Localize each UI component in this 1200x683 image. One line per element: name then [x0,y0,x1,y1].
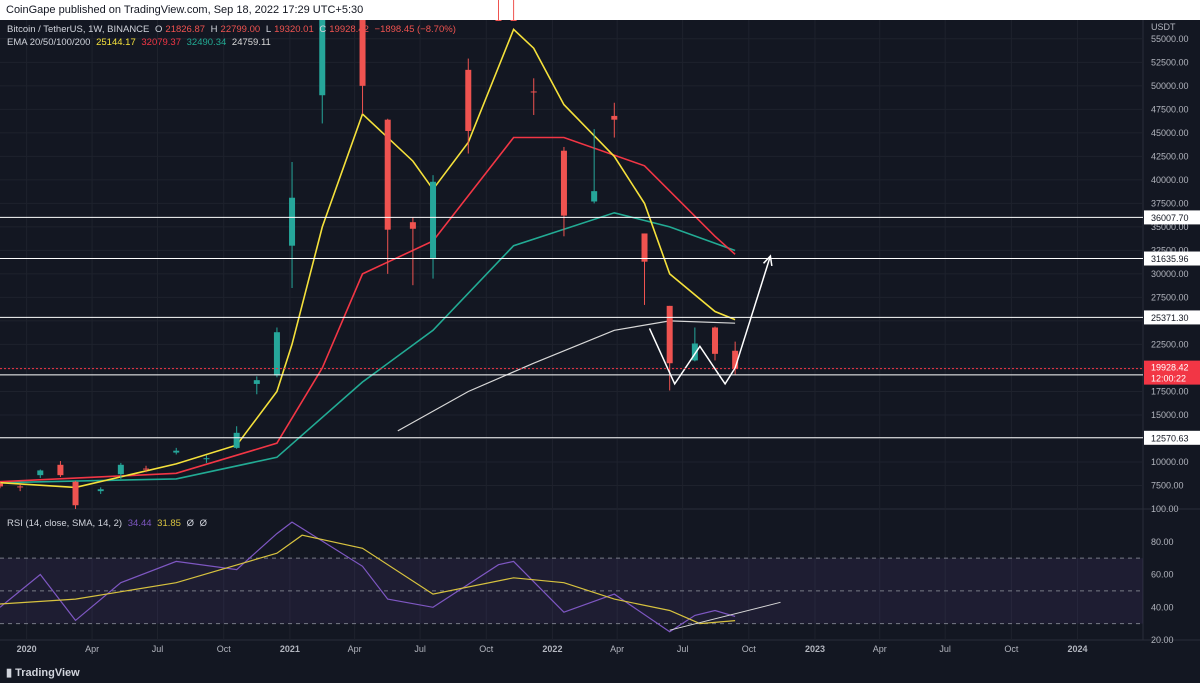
tradingview-name: TradingView [15,667,80,679]
price-pane [0,20,1143,509]
time-tick-label: Apr [85,644,99,654]
candle-body [465,69,472,131]
candle-body [495,20,502,21]
ema20-value: 25144.17 [96,37,136,48]
last-price-label: 19928.42 [1151,363,1189,373]
ohlc-low: 19320.01 [274,24,314,35]
price-tick-label: 27500.00 [1151,292,1189,302]
time-tick-label: Apr [610,644,624,654]
candle-body [253,380,260,384]
time-tick-label: Jul [414,644,426,654]
price-tick-label: 10000.00 [1151,457,1189,467]
rsi-tick-label: 60.00 [1151,570,1174,580]
rsi-tick-label: 20.00 [1151,635,1174,645]
price-tick-label: 52500.00 [1151,57,1189,67]
time-tick-label: Oct [1004,644,1019,654]
ohlc-l-label: L [265,24,272,35]
level-label: 31635.96 [1151,254,1189,264]
price-tick-label: 40000.00 [1151,175,1189,185]
candle-body [72,481,79,506]
candle-body [666,305,673,364]
countdown-label: 12:00:22 [1151,374,1186,384]
candle-body [384,119,391,230]
rsi-legend: RSI (14, close, SMA, 14, 2) 34.44 31.85 … [7,518,210,529]
candle-body [117,464,124,475]
candle-body [591,191,598,202]
price-tick-label: 47500.00 [1151,104,1189,114]
price-tick-label: 30000.00 [1151,269,1189,279]
time-tick-label: Oct [479,644,494,654]
candle-body [611,115,618,120]
price-tick-label: 42500.00 [1151,151,1189,161]
ohlc-h-label: H [210,24,218,35]
price-chart[interactable]: 55000.00 52500.00 50000.00 47500.00 45000.00… [0,0,1200,683]
candle-body [289,197,296,246]
ohlc-close: 19928.42 [329,24,369,35]
candle-body [97,489,104,492]
candle-body [143,468,150,470]
level-label: 25371.30 [1151,313,1189,323]
price-tick-label: 45000.00 [1151,128,1189,138]
tradingview-logo: ▮ TradingView [6,666,80,679]
price-tick-label: 50000.00 [1151,81,1189,91]
symbol-legend: Bitcoin / TetherUS, 1W, BINANCE O 21826.8… [7,24,459,35]
candle-body [430,181,437,258]
time-tick-label: Oct [742,644,757,654]
time-tick-label: Apr [348,644,362,654]
ema200-value: 24759.11 [231,37,271,48]
level-label: 12570.63 [1151,433,1189,443]
price-tick-label: 55000.00 [1151,34,1189,44]
level-label: 36007.70 [1151,213,1189,223]
candle-body [0,483,3,487]
time-tick-label: 2022 [542,644,562,654]
candle-body [641,233,648,262]
candle-body [57,464,64,476]
ema-label: EMA 20/50/100/200 [7,37,91,48]
candle-body [409,222,416,229]
currency-label: USDT [1151,22,1176,32]
time-tick-label: 2021 [280,644,300,654]
ohlc-high: 22799.00 [220,24,261,35]
candle-body [37,470,44,476]
candle-body [233,432,240,448]
rsi-tick-label: 40.00 [1151,602,1174,612]
rsi-ma-value: 31.85 [157,518,181,529]
time-tick-label: Oct [217,644,232,654]
rsi-tick-label: 80.00 [1151,537,1174,547]
price-tick-label: 37500.00 [1151,198,1189,208]
time-tick-label: 2020 [17,644,37,654]
price-tick-label: 7500.00 [1151,480,1184,490]
ema-legend: EMA 20/50/100/200 25144.17 32079.37 3249… [7,37,274,48]
candle-body [173,450,180,453]
candle-body [712,327,719,354]
rsi-value: 34.44 [127,518,152,529]
symbol-title: Bitcoin / TetherUS, 1W, BINANCE [7,24,150,35]
candle-body [560,150,567,216]
time-tick-label: Jul [677,644,689,654]
ohlc-change: −1898.45 (−8.70%) [374,24,456,35]
price-tick-label: 15000.00 [1151,410,1189,420]
price-tick-label: 17500.00 [1151,386,1189,396]
time-tick-label: 2023 [805,644,825,654]
rsi-tick-label: 100.00 [1151,504,1179,514]
rsi-extra-2: Ø [199,518,208,529]
candle-body [203,458,210,460]
rsi-label: RSI (14, close, SMA, 14, 2) [7,518,123,529]
ema100-value: 32490.34 [186,37,227,48]
rsi-extra-1: Ø [186,518,194,529]
footer-bar [0,664,1200,683]
ema50-value: 32079.37 [141,37,181,48]
price-tick-label: 22500.00 [1151,339,1189,349]
time-tick-label: Apr [873,644,887,654]
tradingview-icon: ▮ [6,667,13,679]
candle-body [17,486,24,488]
ohlc-o-label: O [155,24,163,35]
ohlc-open: 21826.87 [165,24,206,35]
candle-body [510,20,517,21]
ohlc-c-label: C [319,24,327,35]
time-tick-label: Jul [152,644,164,654]
time-tick-label: 2024 [1068,644,1088,654]
candle-body [530,91,537,93]
time-tick-label: Jul [939,644,951,654]
